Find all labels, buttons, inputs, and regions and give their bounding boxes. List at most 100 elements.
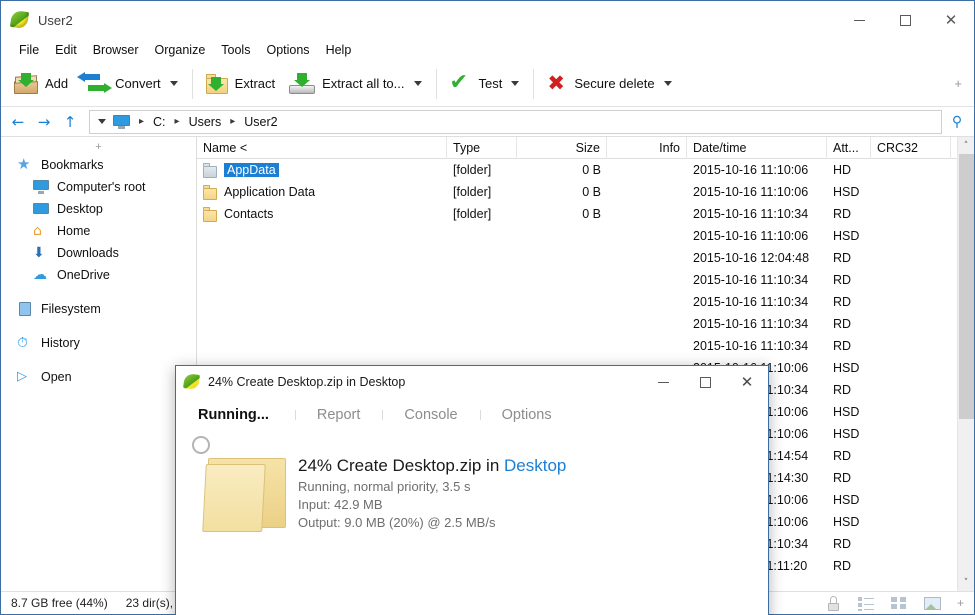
- toolbar-expand-button[interactable]: +: [954, 76, 968, 91]
- file-name: Application Data: [224, 185, 315, 199]
- breadcrumb-item-users[interactable]: Users: [187, 114, 224, 130]
- search-icon[interactable]: ⚲: [944, 110, 970, 134]
- sidebar: + ★ Bookmarks Computer's root Desktop ⌂ …: [1, 137, 197, 591]
- close-button[interactable]: ✕: [928, 1, 974, 39]
- sidebar-item-open[interactable]: ▷ Open: [1, 366, 196, 388]
- dialog-window-controls: ✕: [642, 366, 768, 398]
- status-expand-button[interactable]: +: [957, 596, 964, 610]
- table-row[interactable]: 2015-10-16 11:10:34RD: [197, 291, 957, 313]
- job-block: 24% Create Desktop.zip in Desktop Runnin…: [176, 440, 768, 532]
- toolbar-convert-button[interactable]: Convert: [75, 65, 168, 103]
- table-row[interactable]: Application Data[folder]0 B2015-10-16 11…: [197, 181, 957, 203]
- sidebar-item-onedrive[interactable]: ☁ OneDrive: [1, 264, 196, 286]
- column-header-info[interactable]: Info: [607, 137, 687, 159]
- toolbar-secure-delete-label: Secure delete: [574, 76, 654, 91]
- cell-att: RD: [827, 559, 871, 573]
- dialog-close-button[interactable]: ✕: [726, 366, 768, 398]
- menu-help[interactable]: Help: [318, 41, 360, 59]
- address-dropdown-caret-icon[interactable]: [98, 119, 106, 124]
- sidebar-spacer: [1, 286, 196, 298]
- tab-options[interactable]: Options: [480, 407, 574, 423]
- toolbar-divider-3: [533, 69, 534, 99]
- sidebar-label-downloads: Downloads: [57, 246, 119, 260]
- toolbar-extract-all-button[interactable]: Extract all to...: [282, 65, 411, 103]
- cell-att: HSD: [827, 185, 871, 199]
- tab-report[interactable]: Report: [295, 407, 383, 423]
- column-header-crc32[interactable]: CRC32: [871, 137, 951, 159]
- computer-icon: [33, 179, 49, 195]
- menu-options[interactable]: Options: [258, 41, 317, 59]
- vertical-scrollbar[interactable]: ˄ ˅: [957, 137, 974, 591]
- red-x-icon: ✖: [547, 74, 567, 94]
- scroll-down-icon[interactable]: ˅: [958, 574, 975, 591]
- filesystem-icon: [17, 301, 33, 317]
- toolbar-add-button[interactable]: Add: [7, 65, 75, 103]
- table-row[interactable]: AppData[folder]0 B2015-10-16 11:10:06HD: [197, 159, 957, 181]
- sidebar-item-bookmarks[interactable]: ★ Bookmarks: [1, 154, 196, 176]
- up-button[interactable]: ↑: [57, 110, 83, 134]
- minimize-button[interactable]: [836, 1, 882, 39]
- thumbnail-view-icon[interactable]: [924, 596, 941, 611]
- job-input-line: Input: 42.9 MB: [298, 497, 566, 512]
- dialog-maximize-button[interactable]: [684, 366, 726, 398]
- cell-att: HSD: [827, 229, 871, 243]
- cell-size: 0 B: [517, 163, 607, 177]
- table-row[interactable]: Contacts[folder]0 B2015-10-16 11:10:34RD: [197, 203, 957, 225]
- sidebar-expand-button[interactable]: +: [1, 141, 196, 154]
- toolbar-secure-delete-button[interactable]: ✖ Secure delete: [540, 65, 661, 103]
- menu-edit[interactable]: Edit: [47, 41, 85, 59]
- extract-all-dropdown-caret-icon[interactable]: [414, 81, 422, 86]
- toolbar-test-button[interactable]: ✔ Test: [443, 65, 510, 103]
- table-row[interactable]: 2015-10-16 11:10:34RD: [197, 335, 957, 357]
- crumb-separator-icon: ▸: [139, 116, 144, 127]
- cell-att: RD: [827, 317, 871, 331]
- computer-icon[interactable]: [113, 115, 130, 129]
- column-header-att[interactable]: Att...: [827, 137, 871, 159]
- sidebar-item-home[interactable]: ⌂ Home: [1, 220, 196, 242]
- cell-date: 2015-10-16 11:10:34: [687, 207, 827, 221]
- secure-delete-dropdown-caret-icon[interactable]: [664, 81, 672, 86]
- convert-dropdown-caret-icon[interactable]: [170, 81, 178, 86]
- column-header-date-time[interactable]: Date/time: [687, 137, 827, 159]
- sidebar-item-computers-root[interactable]: Computer's root: [1, 176, 196, 198]
- column-header-name[interactable]: Name <: [197, 137, 447, 159]
- menu-tools[interactable]: Tools: [213, 41, 258, 59]
- sidebar-item-history[interactable]: ⏱ History: [1, 332, 196, 354]
- table-row[interactable]: 2015-10-16 11:10:06HSD: [197, 225, 957, 247]
- forward-button[interactable]: →: [31, 110, 57, 134]
- detail-view-icon[interactable]: [891, 596, 908, 611]
- job-heading-prefix: 24% Create Desktop.zip in: [298, 456, 504, 475]
- lock-icon[interactable]: [825, 596, 842, 611]
- sidebar-item-downloads[interactable]: ⬇ Downloads: [1, 242, 196, 264]
- status-free-space: 8.7 GB free (44%): [11, 596, 108, 610]
- sidebar-item-desktop[interactable]: Desktop: [1, 198, 196, 220]
- menu-file[interactable]: File: [11, 41, 47, 59]
- toolbar-extract-button[interactable]: Extract: [199, 65, 282, 103]
- scrollbar-thumb[interactable]: [959, 154, 974, 419]
- menu-browser[interactable]: Browser: [85, 41, 147, 59]
- list-view-icon[interactable]: [858, 596, 875, 611]
- tab-console[interactable]: Console: [382, 407, 479, 423]
- job-output-line: Output: 9.0 MB (20%) @ 2.5 MB/s: [298, 515, 566, 530]
- column-header-type[interactable]: Type: [447, 137, 517, 159]
- breadcrumb[interactable]: ▸ C: ▸ Users ▸ User2: [89, 110, 942, 134]
- sidebar-label-bookmarks: Bookmarks: [41, 158, 104, 172]
- table-row[interactable]: 2015-10-16 11:10:34RD: [197, 313, 957, 335]
- breadcrumb-item-user2[interactable]: User2: [242, 114, 279, 130]
- tab-running[interactable]: Running...: [198, 407, 295, 423]
- dialog-minimize-button[interactable]: [642, 366, 684, 398]
- menu-organize[interactable]: Organize: [147, 41, 214, 59]
- table-row[interactable]: 2015-10-16 12:04:48RD: [197, 247, 957, 269]
- breadcrumb-item-c[interactable]: C:: [151, 114, 168, 130]
- extract-drive-icon: [289, 74, 315, 94]
- maximize-button[interactable]: [882, 1, 928, 39]
- column-header-size[interactable]: Size: [517, 137, 607, 159]
- sidebar-item-filesystem[interactable]: Filesystem: [1, 298, 196, 320]
- scroll-up-icon[interactable]: ˄: [958, 137, 975, 154]
- table-row[interactable]: 2015-10-16 11:10:34RD: [197, 269, 957, 291]
- test-dropdown-caret-icon[interactable]: [511, 81, 519, 86]
- scrollbar-track[interactable]: [958, 154, 975, 574]
- cell-att: HD: [827, 163, 871, 177]
- star-icon: ★: [17, 157, 33, 173]
- back-button[interactable]: ←: [5, 110, 31, 134]
